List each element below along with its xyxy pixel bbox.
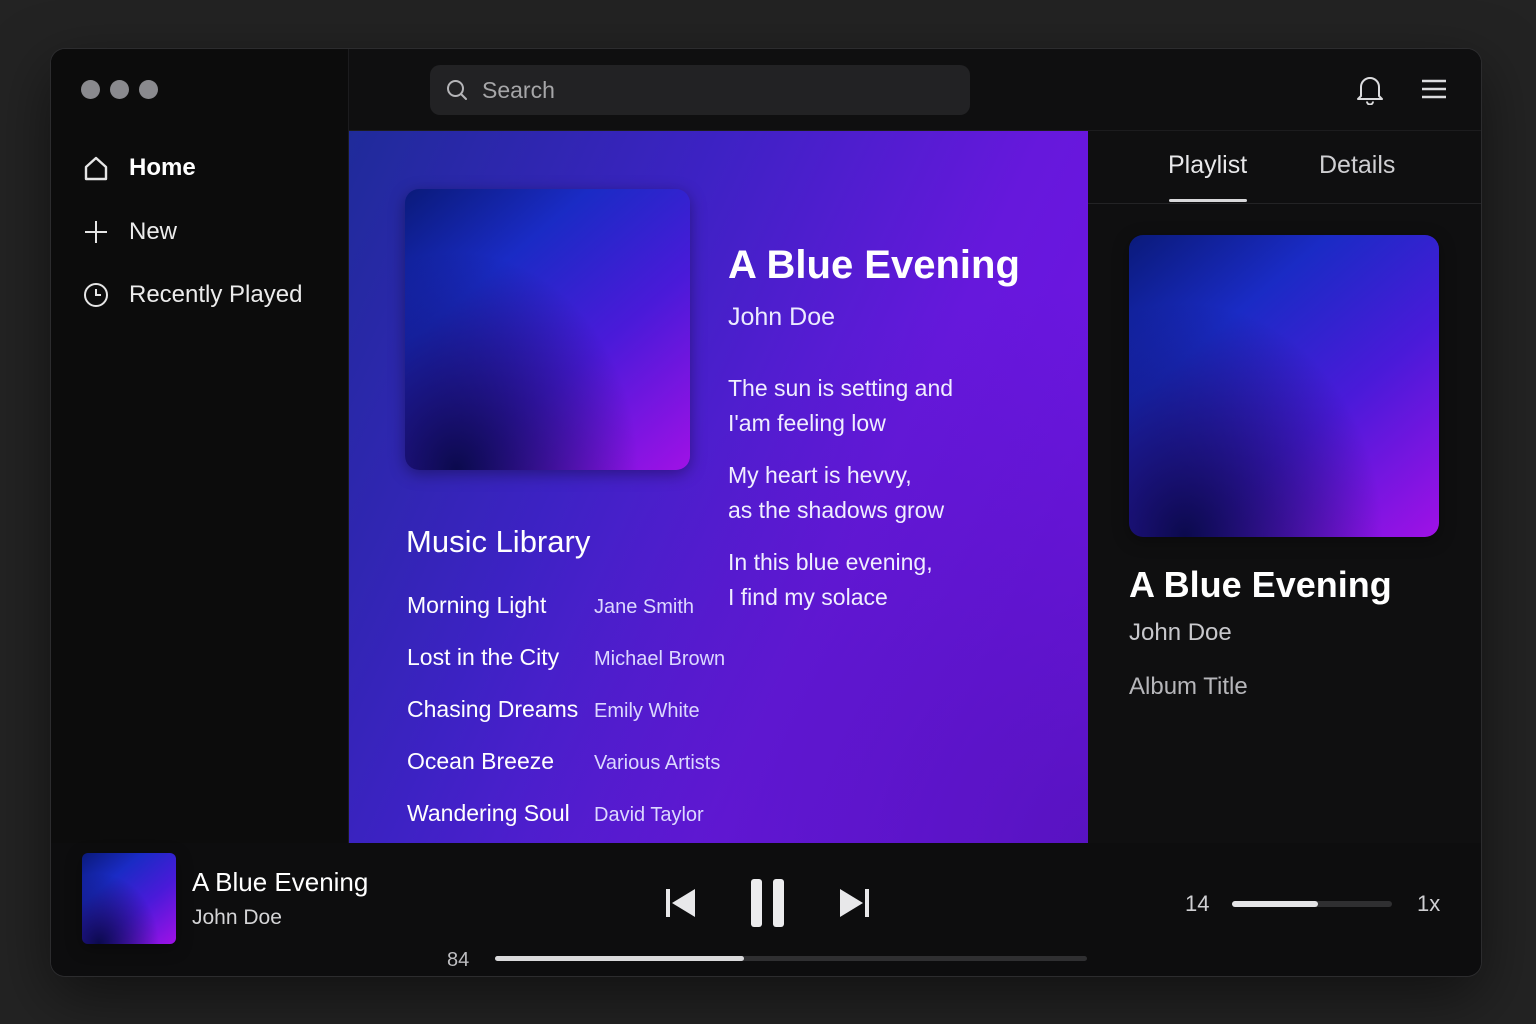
track-row[interactable]: Lost in the City Michael Brown xyxy=(407,644,725,671)
track-name: Wandering Soul xyxy=(407,800,570,826)
volume-level: 14 xyxy=(1185,891,1210,916)
lyrics-stanza: The sun is setting and I'am feeling low xyxy=(728,375,954,436)
search-input[interactable] xyxy=(480,75,964,105)
sidebar-item-label: Recently Played xyxy=(129,281,303,308)
player-bar: A Blue Evening John Doe 84 14 1x xyxy=(51,843,1481,976)
home-icon xyxy=(84,156,108,181)
progress-fill xyxy=(495,956,744,961)
track-artist: Emily White xyxy=(594,700,700,722)
track-artist: Michael Brown xyxy=(594,648,726,670)
track-artist: Various Artists xyxy=(594,752,721,774)
previous-button[interactable] xyxy=(664,886,698,925)
album-cover[interactable] xyxy=(1129,235,1439,537)
track-name: Ocean Breeze xyxy=(407,748,555,774)
window-controls xyxy=(81,80,158,99)
search-box[interactable] xyxy=(430,65,970,115)
bell-icon xyxy=(1357,77,1383,106)
track-row[interactable]: Chasing Dreams Emily White xyxy=(407,696,700,723)
track-name: Morning Light xyxy=(407,592,547,618)
progress-slider[interactable] xyxy=(495,956,1087,961)
track-name: Lost in the City xyxy=(407,644,560,670)
plus-icon xyxy=(85,221,107,243)
notifications-button[interactable] xyxy=(1355,73,1385,110)
pause-icon xyxy=(751,879,784,927)
music-library-heading: Music Library xyxy=(406,524,591,559)
menu-button[interactable] xyxy=(1421,78,1447,105)
album-thumbnail[interactable] xyxy=(82,853,176,944)
next-button[interactable] xyxy=(837,886,871,925)
close-window-button[interactable] xyxy=(81,80,100,99)
player-song-title: A Blue Evening xyxy=(192,867,369,897)
track-row[interactable]: Ocean Breeze Various Artists xyxy=(407,748,720,775)
sidebar-item-new[interactable]: New xyxy=(83,218,177,246)
song-title: A Blue Evening xyxy=(728,243,1020,287)
now-playing-hero: A Blue Evening John Doe The sun is setti… xyxy=(349,131,1088,843)
clock-icon xyxy=(84,283,108,307)
volume-fill xyxy=(1232,901,1319,907)
track-artist: David Taylor xyxy=(594,804,704,826)
playback-speed-button[interactable]: 1x xyxy=(1417,891,1440,917)
skip-previous-icon xyxy=(666,889,695,917)
sidebar-item-label: Home xyxy=(129,154,196,181)
track-name: Chasing Dreams xyxy=(407,696,579,722)
sidebar-item-recently-played[interactable]: Recently Played xyxy=(83,281,302,309)
app-window: Home New Recently Played Search A Blue E… xyxy=(51,49,1481,976)
pause-button[interactable] xyxy=(749,878,787,933)
sidebar-item-label: New xyxy=(129,218,178,245)
panel-tabs: Playlist Details xyxy=(1088,131,1481,204)
song-title: A Blue Evening xyxy=(1129,564,1392,605)
lyrics-stanza: My heart is hevvy, as the shadows grow xyxy=(728,462,945,523)
tab-details[interactable]: Details xyxy=(1319,151,1395,180)
lyrics-stanza: In this blue evening, I find my solace xyxy=(728,549,933,610)
volume-slider[interactable] xyxy=(1232,901,1392,907)
track-row[interactable]: Wandering Soul David Taylor xyxy=(407,800,704,827)
hamburger-menu-icon xyxy=(1422,79,1446,99)
minimize-window-button[interactable] xyxy=(110,80,129,99)
sidebar: Home New Recently Played xyxy=(51,49,349,843)
track-row[interactable]: Morning Light Jane Smith xyxy=(407,592,694,619)
active-tab-indicator xyxy=(1169,199,1247,202)
maximize-window-button[interactable] xyxy=(139,80,158,99)
song-artist[interactable]: John Doe xyxy=(728,303,835,332)
right-panel: Playlist Details A Blue Evening John Doe… xyxy=(1088,131,1481,843)
album-cover[interactable] xyxy=(405,189,690,470)
top-bar xyxy=(349,49,1481,131)
skip-next-icon xyxy=(840,889,869,917)
sidebar-item-home[interactable]: Home xyxy=(83,154,196,182)
song-artist[interactable]: John Doe xyxy=(1129,619,1232,647)
tab-playlist[interactable]: Playlist xyxy=(1168,151,1247,180)
search-icon xyxy=(447,80,467,100)
player-song-artist: John Doe xyxy=(192,906,282,929)
track-artist: Jane Smith xyxy=(594,596,695,618)
progress-time: 84 xyxy=(447,949,470,971)
album-title[interactable]: Album Title xyxy=(1129,673,1248,701)
